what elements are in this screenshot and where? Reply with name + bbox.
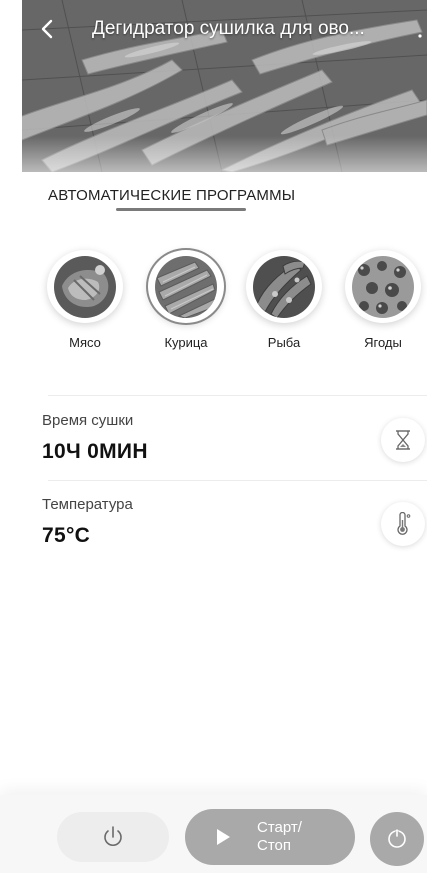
- fish-photo: [253, 255, 315, 318]
- program-thumb: [246, 250, 322, 323]
- program-list: Мясо Курица Рыба Ягоды: [47, 250, 427, 360]
- program-thumb: [345, 250, 421, 323]
- tab-underline: [116, 208, 246, 211]
- programs-section-title: АВТОМАТИЧЕСКИЕ ПРОГРАММЫ: [48, 187, 296, 204]
- hero-banner: Дегидратор сушилка для ово...: [22, 0, 427, 172]
- program-label: Ягоды: [364, 335, 402, 350]
- meat-photo: [54, 255, 116, 318]
- program-meat[interactable]: Мясо: [47, 250, 123, 350]
- program-label: Курица: [164, 335, 208, 350]
- timer-button[interactable]: [370, 812, 424, 866]
- temperature-button[interactable]: [381, 502, 425, 546]
- drying-time-button[interactable]: [381, 418, 425, 462]
- timer-icon: [388, 829, 406, 848]
- bottom-control-bar: Старт/ Стоп: [0, 795, 427, 873]
- more-button[interactable]: [417, 18, 423, 40]
- temperature-row: Температура 75°C: [42, 496, 427, 576]
- thermometer-icon: [397, 512, 411, 535]
- more-vertical-icon: [418, 34, 422, 38]
- program-berries[interactable]: Ягоды: [345, 250, 421, 350]
- program-fish[interactable]: Рыба: [246, 250, 322, 350]
- temperature-value: 75°C: [42, 524, 91, 547]
- play-icon: [217, 829, 230, 845]
- program-thumb: [148, 250, 224, 323]
- chevron-left-icon: [41, 19, 53, 39]
- drying-time-value: 10Ч 0МИН: [42, 440, 148, 463]
- dehydrator-screen: Дегидратор сушилка для ово... АВТОМАТИЧЕ…: [0, 0, 427, 873]
- divider: [48, 395, 427, 396]
- power-button[interactable]: [57, 812, 169, 862]
- berries-photo: [352, 255, 414, 318]
- chicken-photo: [155, 255, 217, 318]
- program-label: Мясо: [69, 335, 101, 350]
- start-stop-label: Старт/ Стоп: [257, 819, 302, 855]
- divider: [48, 480, 427, 481]
- power-icon: [104, 826, 122, 846]
- back-button[interactable]: [32, 14, 62, 44]
- start-stop-label-line1: Старт/: [257, 819, 302, 836]
- temperature-label: Температура: [42, 496, 133, 513]
- program-chicken[interactable]: Курица: [148, 250, 224, 350]
- program-thumb: [47, 250, 123, 323]
- start-stop-button[interactable]: Старт/ Стоп: [185, 809, 355, 865]
- hero-fade: [22, 136, 427, 172]
- start-stop-label-line2: Стоп: [257, 837, 291, 854]
- hourglass-icon: [396, 430, 410, 450]
- program-label: Рыба: [267, 335, 301, 350]
- page-title: Дегидратор сушилка для ово...: [92, 18, 365, 39]
- drying-time-label: Время сушки: [42, 412, 134, 429]
